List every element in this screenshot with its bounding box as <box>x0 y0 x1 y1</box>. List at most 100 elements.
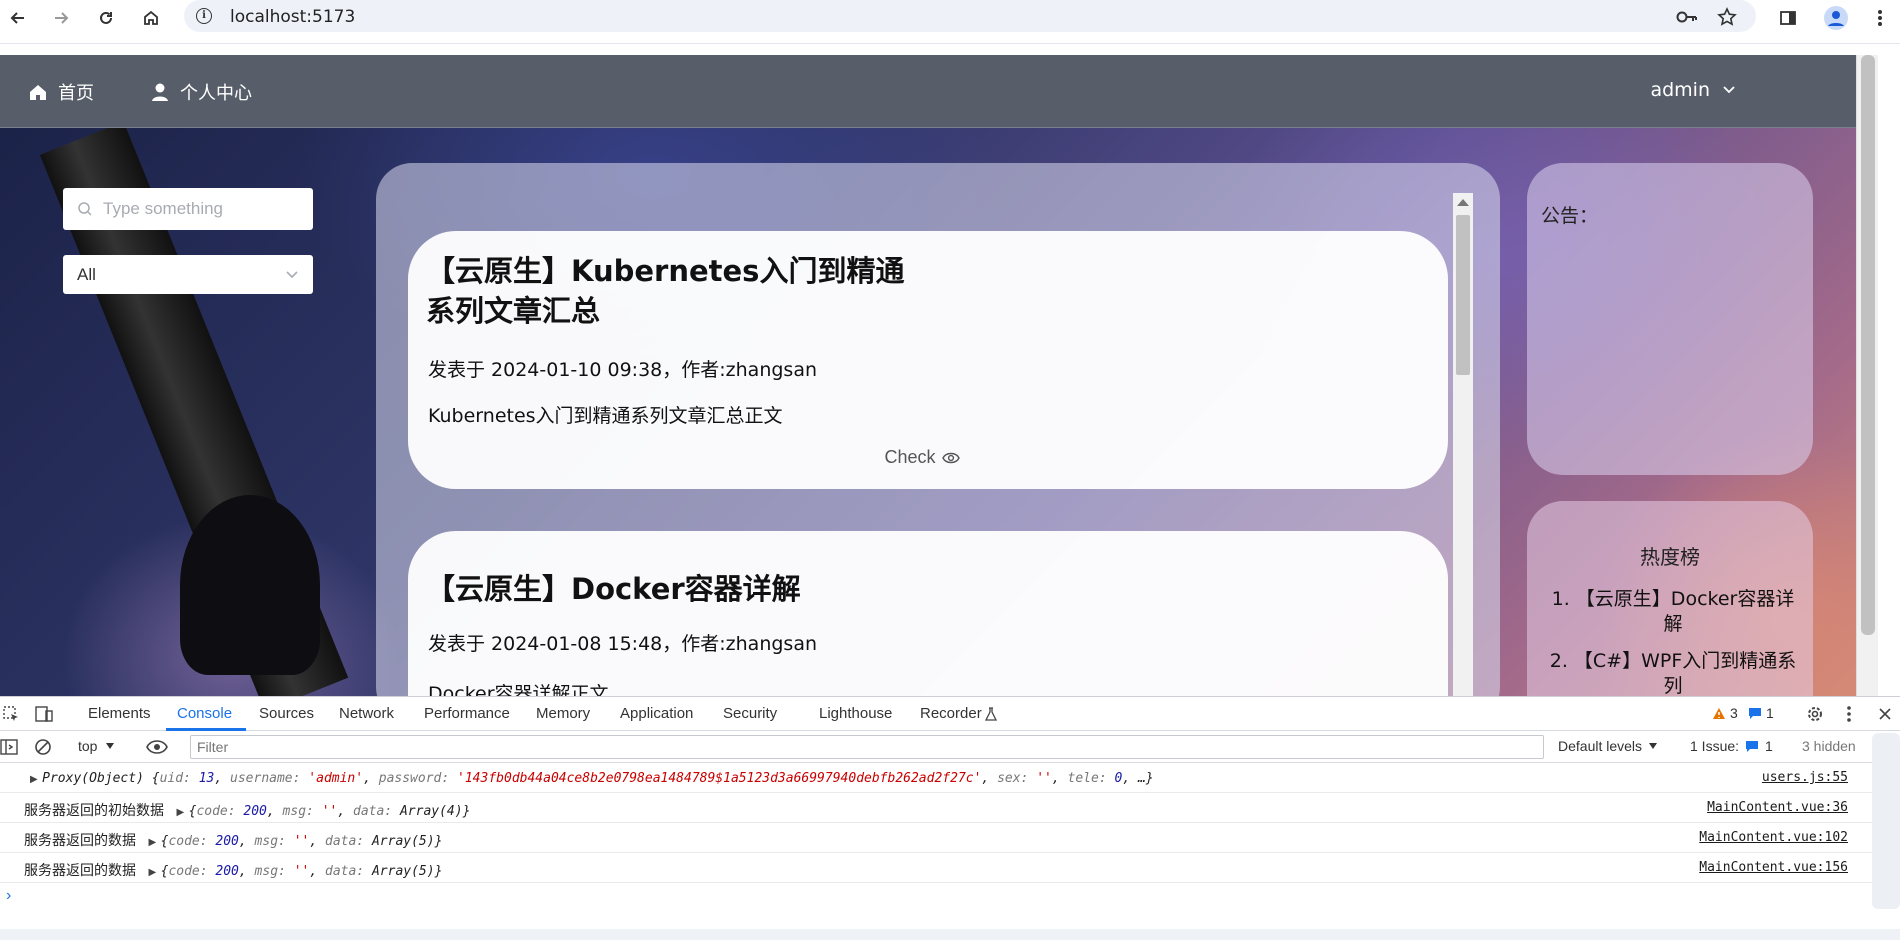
reload-button[interactable] <box>92 4 120 32</box>
background-signal <box>180 495 320 675</box>
article-list-scrollbar[interactable] <box>1453 193 1473 696</box>
article-card[interactable]: 【云原生】Docker容器详解 发表于 2024-01-08 15:48，作者:… <box>408 531 1448 696</box>
user-dropdown[interactable]: admin <box>1650 79 1736 101</box>
flask-icon <box>984 707 998 721</box>
back-arrow-icon <box>10 12 24 24</box>
console-toolbar: top Default levels 1 Issue: 1 3 hidden <box>0 731 1900 763</box>
bookmark-star-icon[interactable] <box>1714 4 1740 30</box>
article-title[interactable]: 【云原生】Docker容器详解 <box>426 569 801 609</box>
messages-counter[interactable]: 1 <box>1748 705 1774 721</box>
site-info-icon[interactable]: i <box>196 8 212 24</box>
console-line[interactable]: 服务器返回的数据 ▶ {code: 200, msg: '', data: Ar… <box>0 853 1900 883</box>
reload-icon <box>100 11 112 24</box>
search-input[interactable] <box>103 199 283 219</box>
issues-count: 1 <box>1765 738 1773 754</box>
dropdown-triangle-icon <box>106 743 115 749</box>
device-toolbar-icon[interactable] <box>34 705 54 723</box>
side-panel-button[interactable] <box>1774 4 1802 32</box>
hot-ranking-item[interactable]: 2. 【C#】WPF入门到精通系列 <box>1545 649 1801 696</box>
console-prompt-icon[interactable]: › <box>6 887 11 905</box>
scroll-up-arrow-icon[interactable] <box>1457 199 1469 206</box>
sidebar-toggle-icon[interactable] <box>0 738 18 756</box>
devtools-tab-application[interactable]: Application <box>620 705 693 722</box>
search-field[interactable] <box>63 188 313 230</box>
article-title[interactable]: 【云原生】Kubernetes入门到精通系列文章汇总 <box>426 251 926 331</box>
expand-triangle-icon[interactable]: ▶ <box>176 807 184 818</box>
console-filter-input[interactable] <box>190 735 1544 759</box>
devtools-tab-sources[interactable]: Sources <box>259 705 314 722</box>
side-panel-icon <box>1780 11 1796 25</box>
article-meta: 发表于 2024-01-10 09:38，作者:zhangsan <box>428 359 817 381</box>
key-icon[interactable] <box>1674 4 1700 30</box>
console-text: 服务器返回的初始数据 <box>24 803 164 819</box>
log-levels-dropdown[interactable]: Default levels <box>1558 738 1658 754</box>
close-icon[interactable] <box>1878 707 1892 721</box>
devtools-tab-console[interactable]: Console <box>177 705 232 722</box>
article-excerpt: Kubernetes入门到精通系列文章汇总正文 <box>428 405 783 427</box>
hidden-count: 3 hidden <box>1802 738 1856 754</box>
console-source-link[interactable]: MainContent.vue:102 <box>1699 830 1848 845</box>
username: admin <box>1650 79 1710 101</box>
expand-triangle-icon[interactable]: ▶ <box>148 837 156 848</box>
back-button[interactable] <box>4 4 32 32</box>
scrollbar-thumb[interactable] <box>1456 215 1470 375</box>
article-list-panel: 【云原生】Kubernetes入门到精通系列文章汇总 发表于 2024-01-1… <box>376 163 1500 696</box>
hot-ranking-item[interactable]: 1. 【云原生】Docker容器详解 <box>1545 587 1801 637</box>
issues-label: 1 Issue: <box>1690 738 1740 754</box>
console-line[interactable]: 服务器返回的初始数据 ▶ {code: 200, msg: '', data: … <box>0 793 1900 823</box>
article-card[interactable]: 【云原生】Kubernetes入门到精通系列文章汇总 发表于 2024-01-1… <box>408 231 1448 489</box>
console-object[interactable]: {code: 200, msg: '', data: Array(4)} <box>189 804 471 819</box>
clear-console-icon[interactable] <box>34 738 52 756</box>
devtools-tab-network[interactable]: Network <box>339 705 394 722</box>
profile-avatar-icon <box>1824 6 1848 30</box>
console-object[interactable]: {code: 200, msg: '', data: Array(5)} <box>161 834 443 849</box>
console-line[interactable]: 服务器返回的数据 ▶ {code: 200, msg: '', data: Ar… <box>0 823 1900 853</box>
devtools-tab-elements[interactable]: Elements <box>88 705 151 722</box>
context-selector[interactable]: top <box>78 738 115 754</box>
nav-profile[interactable]: 个人中心 <box>150 79 252 105</box>
profile-button[interactable] <box>1822 4 1850 32</box>
console-source-link[interactable]: users.js:55 <box>1762 770 1848 785</box>
kebab-menu-icon[interactable] <box>1846 705 1852 723</box>
app-header: 首页 个人中心 admin <box>0 55 1878 128</box>
devtools-tab-bar: Elements Console Sources Network Perform… <box>0 697 1900 731</box>
address-bar[interactable]: i localhost:5173 <box>184 0 1756 32</box>
live-expression-eye-icon[interactable] <box>146 740 168 754</box>
console-line[interactable]: ▶ Proxy(Object) {uid: 13, username: 'adm… <box>0 763 1900 793</box>
hot-ranking-list: 1. 【云原生】Docker容器详解 2. 【C#】WPF入门到精通系列 <box>1545 587 1801 696</box>
dropdown-triangle-icon <box>1649 743 1658 749</box>
console-source-link[interactable]: MainContent.vue:156 <box>1699 860 1848 875</box>
nav-home-label: 首页 <box>58 83 94 104</box>
devtools-tab-security[interactable]: Security <box>723 705 777 722</box>
warning-icon <box>1713 707 1725 719</box>
page-scrollbar-thumb[interactable] <box>1861 55 1875 635</box>
browser-menu-button[interactable] <box>1866 4 1894 32</box>
warnings-count: 3 <box>1730 705 1738 721</box>
kebab-menu-icon <box>1878 10 1882 26</box>
forward-button[interactable] <box>47 4 75 32</box>
warnings-counter[interactable]: 3 <box>1712 705 1738 721</box>
page-viewport: 首页 个人中心 admin All 【云原生】Kubernetes入门到精通系列… <box>0 55 1878 696</box>
user-icon <box>152 83 168 101</box>
devtools-tab-lighthouse[interactable]: Lighthouse <box>819 705 892 722</box>
settings-gear-icon[interactable] <box>1806 705 1824 723</box>
devtools-tab-recorder[interactable]: Recorder <box>920 705 982 722</box>
expand-triangle-icon[interactable]: ▶ <box>30 774 38 785</box>
console-object[interactable]: {code: 200, msg: '', data: Array(5)} <box>161 864 443 879</box>
home-button[interactable] <box>137 4 165 32</box>
check-label: Check <box>884 447 936 467</box>
proxy-object[interactable]: Proxy(Object) {uid: 13, username: 'admin… <box>42 771 1153 786</box>
page-scrollbar[interactable] <box>1856 55 1878 696</box>
article-excerpt: Docker容器详解正文 <box>428 683 609 696</box>
console-source-link[interactable]: MainContent.vue:36 <box>1707 800 1848 815</box>
inspect-element-icon[interactable] <box>2 705 20 723</box>
nav-home[interactable]: 首页 <box>28 79 94 105</box>
check-button[interactable]: Check <box>842 447 1002 468</box>
category-select[interactable]: All <box>63 255 313 294</box>
forward-arrow-icon <box>55 12 69 24</box>
devtools-tab-memory[interactable]: Memory <box>536 705 590 722</box>
issues-counter[interactable]: 1 Issue: 1 <box>1690 738 1773 754</box>
devtools-tab-performance[interactable]: Performance <box>424 705 510 722</box>
expand-triangle-icon[interactable]: ▶ <box>148 867 156 878</box>
console-text: 服务器返回的数据 <box>24 833 136 849</box>
